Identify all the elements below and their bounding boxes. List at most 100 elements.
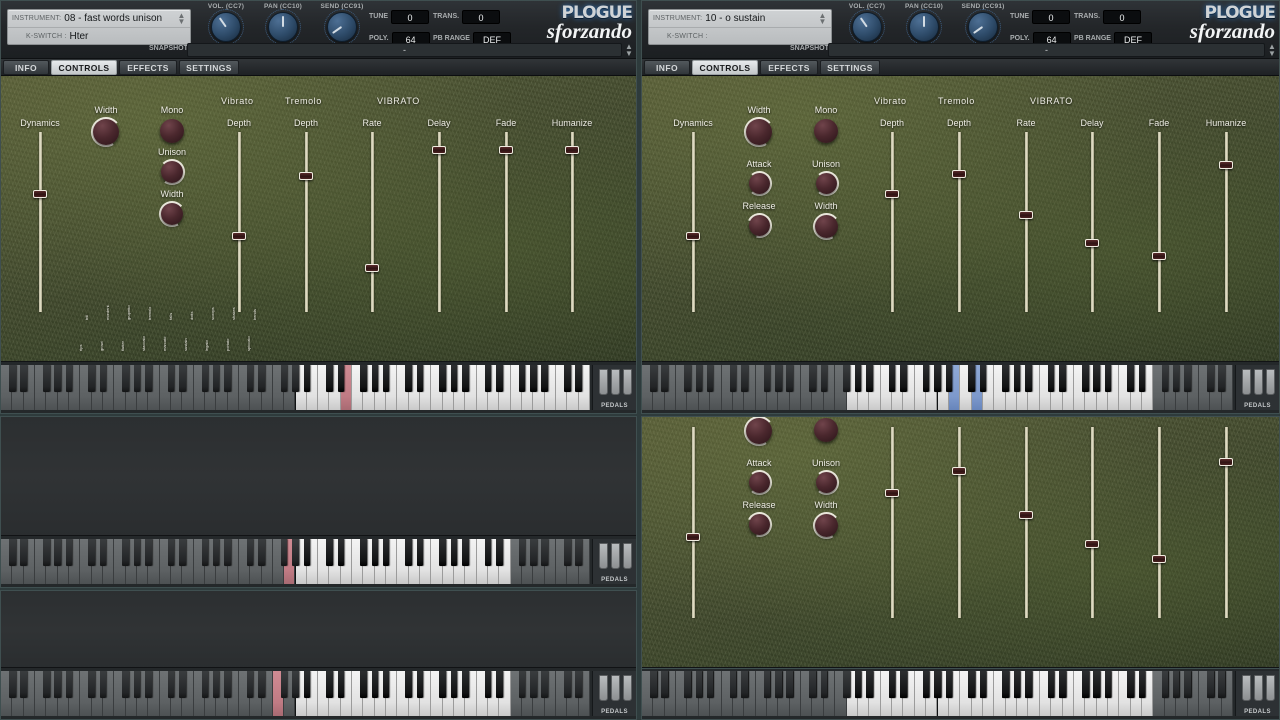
black-key[interactable] xyxy=(1059,365,1066,392)
black-key[interactable] xyxy=(360,539,367,566)
black-key[interactable] xyxy=(518,671,526,698)
black-key[interactable] xyxy=(866,671,873,698)
black-key[interactable] xyxy=(1025,671,1032,698)
tab-info[interactable]: INFO xyxy=(644,60,690,75)
black-key[interactable] xyxy=(900,671,907,698)
slider-thumb[interactable] xyxy=(1019,211,1033,220)
knob-mono[interactable]: Mono xyxy=(792,105,860,145)
black-key[interactable] xyxy=(450,539,458,566)
black-key[interactable] xyxy=(900,365,907,392)
black-key[interactable] xyxy=(326,671,333,698)
black-key[interactable] xyxy=(945,671,953,698)
slider-rate[interactable]: Rate xyxy=(338,118,406,312)
black-key[interactable] xyxy=(684,365,691,392)
keybed[interactable] xyxy=(1,365,590,410)
black-key[interactable] xyxy=(979,671,987,698)
black-key[interactable] xyxy=(888,671,896,698)
snapshot-select[interactable]: - xyxy=(828,43,1265,57)
black-key[interactable] xyxy=(854,671,862,698)
slider-depth[interactable]: Depth xyxy=(858,118,926,312)
black-key[interactable] xyxy=(695,365,703,392)
black-key[interactable] xyxy=(246,365,254,392)
black-key[interactable] xyxy=(1138,671,1146,698)
slider-track-group[interactable] xyxy=(885,427,899,618)
black-key[interactable] xyxy=(54,539,61,566)
slider-fade[interactable]: Fade xyxy=(1125,417,1193,618)
black-key[interactable] xyxy=(661,671,668,698)
slider-track-group[interactable] xyxy=(885,132,899,312)
black-key[interactable] xyxy=(65,365,73,392)
knob-attack[interactable]: Attack xyxy=(725,159,793,196)
black-key[interactable] xyxy=(371,365,379,392)
black-key[interactable] xyxy=(564,365,571,392)
pedal-2[interactable] xyxy=(611,369,620,395)
black-key[interactable] xyxy=(1184,365,1191,392)
black-key[interactable] xyxy=(775,365,782,392)
pedal-2[interactable] xyxy=(1254,369,1263,395)
black-key[interactable] xyxy=(246,539,254,566)
slider-track-group[interactable] xyxy=(1085,427,1099,618)
black-key[interactable] xyxy=(843,365,850,392)
black-key[interactable] xyxy=(1093,365,1100,392)
slider-depth[interactable]: Depth xyxy=(272,118,340,312)
black-key[interactable] xyxy=(820,671,828,698)
slider-thumb[interactable] xyxy=(1019,511,1033,520)
knob-pan-dial[interactable] xyxy=(265,9,301,45)
slider-track-group[interactable] xyxy=(499,132,513,312)
black-key[interactable] xyxy=(20,539,27,566)
black-key[interactable] xyxy=(740,365,748,392)
black-key[interactable] xyxy=(1218,365,1225,392)
keybed[interactable] xyxy=(1,539,590,584)
black-key[interactable] xyxy=(1047,365,1055,392)
black-key[interactable] xyxy=(416,539,424,566)
black-key[interactable] xyxy=(1218,671,1225,698)
black-key[interactable] xyxy=(979,365,987,392)
black-key[interactable] xyxy=(786,671,794,698)
black-key[interactable] xyxy=(292,539,299,566)
black-key[interactable] xyxy=(1161,671,1169,698)
black-key[interactable] xyxy=(371,539,379,566)
black-key[interactable] xyxy=(20,671,27,698)
slider-thumb[interactable] xyxy=(565,145,579,154)
tab-controls[interactable]: CONTROLS xyxy=(51,60,117,75)
slider-thumb[interactable] xyxy=(499,145,513,154)
black-key[interactable] xyxy=(326,539,333,566)
black-key[interactable] xyxy=(54,365,61,392)
slider-humanize[interactable]: Humanize xyxy=(1192,417,1260,618)
black-key[interactable] xyxy=(439,539,447,566)
pedal-2[interactable] xyxy=(1254,675,1263,701)
black-key[interactable] xyxy=(303,365,311,392)
slider-dynamics[interactable]: Dynamics xyxy=(6,118,74,312)
slider-track-group[interactable] xyxy=(432,132,446,312)
keybed[interactable] xyxy=(642,671,1233,716)
slider-track-group[interactable] xyxy=(365,132,379,312)
instrument-selector[interactable]: INSTRUMENT: 10 - o sustain ▲ ▼ K-SWITCH : xyxy=(648,9,832,45)
black-key[interactable] xyxy=(224,539,231,566)
black-key[interactable] xyxy=(360,671,367,698)
slider-thumb[interactable] xyxy=(1085,540,1099,549)
slider-thumb[interactable] xyxy=(1152,555,1166,564)
black-key[interactable] xyxy=(888,365,896,392)
black-key[interactable] xyxy=(258,539,265,566)
slider-fade[interactable]: Fade xyxy=(472,118,540,312)
black-key[interactable] xyxy=(122,365,129,392)
black-key[interactable] xyxy=(541,671,548,698)
slider-thumb[interactable] xyxy=(885,190,899,199)
keybed[interactable] xyxy=(642,365,1233,410)
black-key[interactable] xyxy=(968,365,975,392)
black-key[interactable] xyxy=(405,539,413,566)
slider-thumb[interactable] xyxy=(1152,252,1166,261)
slider-track-group[interactable] xyxy=(1152,427,1166,618)
black-key[interactable] xyxy=(9,539,16,566)
slider-thumb[interactable] xyxy=(952,169,966,178)
black-key[interactable] xyxy=(866,365,873,392)
pedal-2[interactable] xyxy=(611,543,620,569)
black-key[interactable] xyxy=(1013,365,1021,392)
slider-thumb[interactable] xyxy=(299,171,313,180)
black-key[interactable] xyxy=(450,365,458,392)
black-key[interactable] xyxy=(99,539,107,566)
pedal-2[interactable] xyxy=(611,675,620,701)
black-key[interactable] xyxy=(246,671,254,698)
knob-release[interactable]: Release xyxy=(725,500,793,537)
slider-track-group[interactable] xyxy=(1085,132,1099,312)
